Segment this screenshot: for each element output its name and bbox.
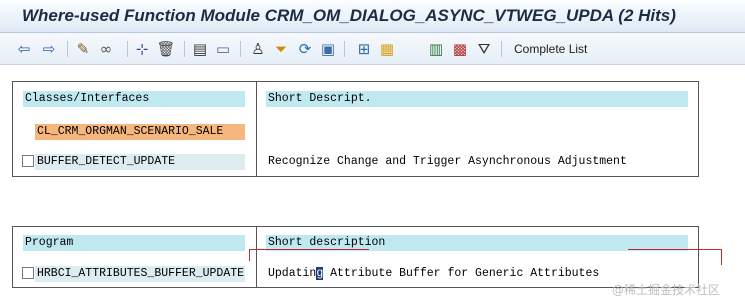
toolbar-separator	[184, 41, 185, 57]
glasses-display-icon[interactable]: ∞	[97, 40, 115, 58]
export-icon[interactable]: ▩	[451, 40, 469, 58]
pencil-icon[interactable]: ✎	[74, 40, 92, 58]
select-all-icon[interactable]: ⊞	[355, 40, 373, 58]
back-arrow-icon[interactable]: ⇦	[15, 40, 33, 58]
annotation-line	[249, 249, 250, 261]
window-title: Where-used Function Module CRM_OM_DIALOG…	[22, 6, 676, 25]
forward-arrow-icon[interactable]: ⇨	[40, 40, 58, 58]
annotation-line	[628, 249, 721, 250]
description-text: Updatin	[268, 267, 317, 280]
application-toolbar: ⇦ ⇨ ✎ ∞ ⊹ 🗑 ▤ ▭ ♙ ⏷ ⟳ ▣ ⊞ ▦ ▥ ▩ ⛛ Complete List	[0, 33, 745, 65]
display-list-icon[interactable]: ▭	[214, 40, 232, 58]
title-bar: Where-used Function Module CRM_OM_DIALOG…	[0, 0, 745, 33]
refresh-icon[interactable]: ⟳	[296, 40, 314, 58]
class-name-cell[interactable]: CL_CRM_ORGMAN_SCENARIO_SALE	[35, 124, 245, 140]
toolbar-separator	[127, 41, 128, 57]
filter-funnel-icon[interactable]: ⏷	[272, 40, 290, 58]
toolbar-separator	[501, 41, 502, 57]
toolbar-separator	[67, 41, 68, 57]
method-name-cell[interactable]: BUFFER_DETECT_UPDATE	[35, 154, 245, 170]
hierarchy-icon[interactable]: ⊹	[133, 40, 151, 58]
column-header-classes: Classes/Interfaces	[23, 91, 245, 107]
row-checkbox[interactable]	[22, 155, 34, 167]
find-icon[interactable]: ♙	[249, 40, 267, 58]
print-icon[interactable]: ▤	[191, 40, 209, 58]
classes-table: Classes/Interfaces Short Descript. CL_CR…	[12, 81, 699, 177]
row-checkbox[interactable]	[22, 267, 34, 279]
funnel-icon[interactable]: ⛛	[475, 40, 493, 58]
list-detail-icon[interactable]: ▥	[427, 40, 445, 58]
program-description-cell: Updating Attribute Buffer for Generic At…	[266, 266, 688, 282]
toolbar-separator	[344, 41, 345, 57]
description-text: Attribute Buffer for Generic Attributes	[323, 267, 600, 280]
program-name-cell[interactable]: HRBCI_ATTRIBUTES_BUFFER_UPDATE	[35, 266, 245, 282]
column-divider	[256, 227, 257, 287]
complete-list-button[interactable]: Complete List	[514, 42, 587, 56]
column-divider	[256, 82, 257, 176]
results-area: Classes/Interfaces Short Descript. CL_CR…	[0, 66, 745, 303]
column-header-short-descript: Short Descript.	[266, 91, 688, 107]
program-table: Program Short description HRBCI_ATTRIBUT…	[12, 226, 699, 288]
annotation-line	[249, 249, 369, 250]
column-header-program: Program	[23, 235, 245, 251]
watermark: @稀土掘金技术社区	[612, 283, 721, 297]
where-used-icon[interactable]: ▣	[319, 40, 337, 58]
deselect-icon[interactable]: ▦	[378, 40, 396, 58]
method-description-cell: Recognize Change and Trigger Asynchronou…	[266, 154, 688, 170]
trash-icon[interactable]: 🗑	[156, 40, 175, 58]
toolbar-separator	[240, 41, 241, 57]
annotation-line	[721, 249, 722, 265]
